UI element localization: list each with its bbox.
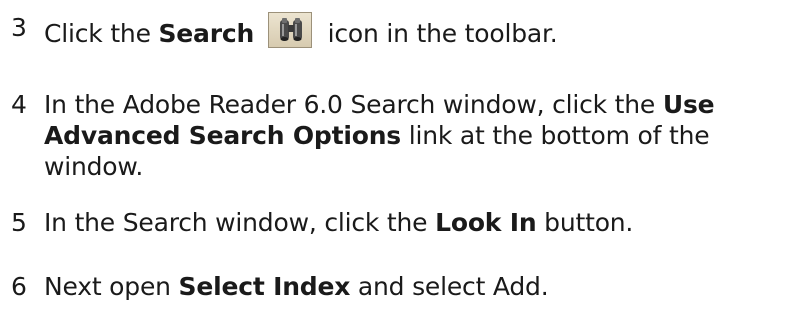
step-text: In the Search window, click the Look In … xyxy=(44,207,812,238)
advanced-search-options-label: Advanced Search Options xyxy=(44,121,401,150)
step-number: 5 xyxy=(11,208,27,237)
step-line-2: Advanced Search Options link at the bott… xyxy=(44,120,812,151)
step-number: 4 xyxy=(11,90,27,119)
step-text-after: icon in the toolbar. xyxy=(327,19,558,48)
step-text-after: and select Add. xyxy=(357,272,549,301)
step-text-line2: link at the bottom of the xyxy=(408,121,710,150)
step-text: In the Adobe Reader 6.0 Search window, c… xyxy=(44,89,812,182)
step-text-before: Click the xyxy=(44,19,151,48)
step-text-line1: In the Adobe Reader 6.0 Search window, c… xyxy=(44,90,656,119)
step-text-before: In the Search window, click the xyxy=(44,208,428,237)
step-number: 6 xyxy=(11,272,27,301)
select-index-label: Select Index xyxy=(178,272,351,301)
step-line-3: window. xyxy=(44,152,144,181)
step-text: Next open Select Index and select Add. xyxy=(44,271,812,302)
look-in-label: Look In xyxy=(435,208,537,237)
step-text-after: button. xyxy=(544,208,634,237)
search-toolbar-button xyxy=(267,12,312,48)
step-text-before: Next open xyxy=(44,272,171,301)
search-label: Search xyxy=(158,19,255,48)
use-label: Use xyxy=(662,90,715,119)
binoculars-icon xyxy=(279,18,302,41)
instruction-steps: 3 Click the Search icon in the toolbar. xyxy=(0,0,812,325)
step-number: 3 xyxy=(11,13,27,42)
step-line-1: In the Adobe Reader 6.0 Search window, c… xyxy=(44,89,812,120)
step-text: Click the Search icon in the toolbar. xyxy=(44,12,812,49)
